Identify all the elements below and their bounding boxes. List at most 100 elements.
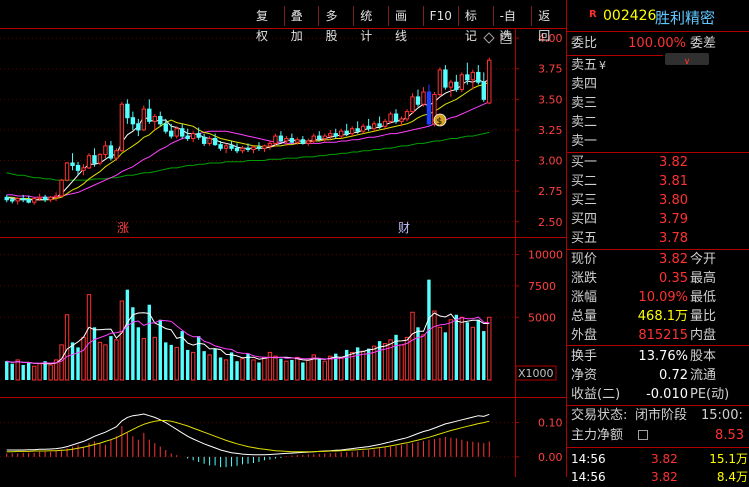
volume-bar [251,359,256,381]
volume-bar [339,356,344,381]
volume-bar [410,311,415,381]
stat-label: 涨幅 [571,290,598,305]
candle-body [382,120,388,127]
toolbar-zixuan-button[interactable]: -自选 [492,6,532,43]
sell2-row[interactable]: 卖二 [567,113,749,132]
volume-bar [158,319,162,380]
candle-body [377,123,382,127]
sell1-row[interactable]: 卖一 [567,132,749,151]
list-icon[interactable] [638,430,648,440]
volume-bar [421,334,426,381]
candle-body [328,133,333,137]
tick-volume: 15.1万 [709,452,748,466]
macd-tick-label: 0.10 [538,417,563,430]
toolbar-fuquan-button[interactable]: 复权 [250,6,284,43]
buy5-row[interactable]: 买五 3.78 [567,229,749,248]
volume-bar [262,356,267,381]
candle-body [459,74,465,91]
candle-body [185,135,190,140]
main-net-row[interactable]: 主力净额 8.53 [567,426,749,445]
weibi-label: 委比 [571,36,598,51]
buy2-row[interactable]: 买二 3.81 [567,172,749,191]
toolbar-biaoji-button[interactable]: 标记 [457,6,493,43]
candle-body [317,135,322,140]
sell2-label: 卖二 [571,115,598,130]
buy4-label: 买四 [571,212,598,227]
stat-label: 净资 [571,368,598,383]
toolbar-diejia-button[interactable]: 叠加 [283,6,319,43]
volume-bar [185,349,190,380]
event-marker-zhang[interactable]: 涨 [117,220,129,235]
volume-tick-label: 7500 [528,280,556,293]
candle-body [245,147,251,151]
candle-body [207,138,212,144]
tick-price: 3.82 [651,452,678,466]
trade-status-time: 15:00: [701,408,743,423]
volume-bar [109,336,113,380]
candle-body [366,125,371,130]
volume-bar [21,364,25,380]
tick-row: 14:56 3.82 8.4万 [567,468,749,487]
candle-body [196,133,201,138]
candle-body [410,96,415,113]
sell3-row[interactable]: 卖三 [567,94,749,113]
sell3-label: 卖三 [571,96,598,111]
chart-toolbar: 复权 叠加 多股 统计 画线 F10 标记 -自选 返回 [250,6,566,43]
sell5-row[interactable]: 卖五 ¥ [567,56,749,75]
candle-body [393,113,399,122]
candle-body [284,138,289,142]
toolbar-duogu-button[interactable]: 多股 [318,6,353,43]
candle-body [251,146,256,151]
divider [567,345,749,346]
candle-body [218,144,223,149]
macd-panel [6,413,490,468]
volume-bar [257,362,261,380]
volume-bar [476,319,480,380]
buy1-row[interactable]: 买一 3.82 [567,153,749,172]
candle-body [339,130,344,137]
buy4-price: 3.79 [659,212,688,227]
candle-body [125,103,130,119]
candle-body [53,195,59,198]
candle-body [476,71,481,83]
tick-time: 14:56 [571,452,606,466]
event-marker-cai[interactable]: 财 [398,221,410,235]
volume-bar [48,364,53,381]
toolbar-huaxian-button[interactable]: 画线 [387,6,423,43]
candle-body [295,139,300,143]
stat-label: 总量 [571,309,598,324]
candle-body [10,199,15,202]
candle-body [103,145,108,155]
candle-body [465,74,470,81]
ma60-line [6,131,490,181]
toolbar-f10-button[interactable]: F10 [422,6,458,26]
buy5-price: 3.78 [659,231,688,246]
volume-bar [454,314,459,380]
candle-body [37,196,42,199]
candle-body [426,91,432,125]
stat-row-netasset: 净资 0.72 流通 [567,366,749,385]
kline-chart[interactable]: 4.003.753.503.253.002.752.50100007500500… [0,0,566,477]
stat-value: 3.82 [659,252,688,267]
volume-bar [5,361,9,380]
stat-row-turnover: 换手 13.76% 股本 [567,347,749,366]
stat-label: 收益(二) [571,387,621,402]
buy4-row[interactable]: 买四 3.79 [567,210,749,229]
volume-bar [371,345,377,381]
candle-body [487,59,492,104]
sell4-row[interactable]: 卖四 [567,75,749,94]
volume-bar [487,316,492,381]
candle-body [240,147,245,152]
volume-bar [240,358,245,381]
volume-bar [131,307,135,380]
candle-body [147,108,152,122]
toolbar-fanhui-button[interactable]: 返回 [531,6,566,43]
candle-body [322,135,327,140]
buy3-row[interactable]: 买三 3.80 [567,191,749,210]
kline-chart-area[interactable]: 4.00 3.75 3.50 3.25 3.00 2.75 2.50 10000 7500 500… [0,0,566,477]
volume-bar [470,326,476,381]
sell4-label: 卖四 [571,77,598,92]
sell5-suffix: ¥ [599,59,607,72]
toolbar-tongji-button[interactable]: 统计 [353,6,388,43]
candle-body [404,111,410,120]
